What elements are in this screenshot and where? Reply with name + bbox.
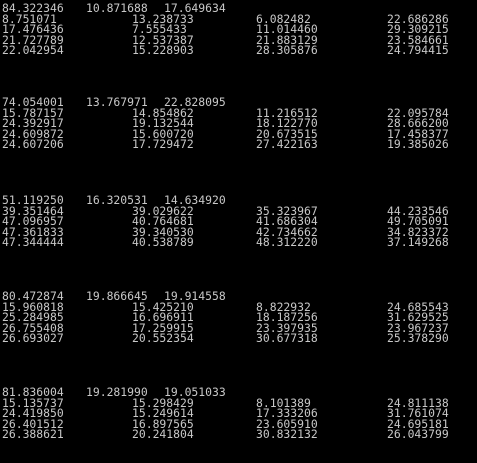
data-row: 26.388621 20.241804 30.832132 26.043799 xyxy=(2,429,477,440)
data-cell: 20.552354 xyxy=(132,331,194,345)
data-row: 47.344444 40.538789 48.312220 37.149268 xyxy=(2,237,477,248)
data-row: 22.042954 15.228903 28.305876 24.794415 xyxy=(2,45,477,56)
data-cell: 37.149268 xyxy=(387,235,449,249)
data-block: 80.472874 19.866645 19.914558 15.960818 … xyxy=(2,291,477,344)
terminal-output[interactable]: 84.322346 10.871688 17.649634 8.751071 1… xyxy=(0,0,477,463)
data-block: 84.322346 10.871688 17.649634 8.751071 1… xyxy=(2,3,477,56)
data-cell: 26.043799 xyxy=(387,427,449,441)
data-cell: 28.305876 xyxy=(256,43,318,57)
data-cell: 20.241804 xyxy=(132,427,194,441)
data-cell: 19.385026 xyxy=(387,137,449,151)
data-cell: 30.677318 xyxy=(256,331,318,345)
data-cell: 17.729472 xyxy=(132,137,194,151)
data-cell: 48.312220 xyxy=(256,235,318,249)
data-cell: 30.832132 xyxy=(256,427,318,441)
data-cell: 15.228903 xyxy=(132,43,194,57)
data-cell: 22.042954 xyxy=(2,43,64,57)
data-block: 51.119250 16.320531 14.634920 39.351464 … xyxy=(2,195,477,248)
data-cell: 47.344444 xyxy=(2,235,64,249)
data-cell: 24.794415 xyxy=(387,43,449,57)
data-cell: 26.693027 xyxy=(2,331,64,345)
data-block: 74.054001 13.767971 22.828095 15.787157 … xyxy=(2,97,477,150)
data-cell: 40.538789 xyxy=(132,235,194,249)
data-row: 24.607206 17.729472 27.422163 19.385026 xyxy=(2,139,477,150)
data-row: 26.693027 20.552354 30.677318 25.378290 xyxy=(2,333,477,344)
data-cell: 24.607206 xyxy=(2,137,64,151)
data-block: 81.836004 19.281990 19.051033 15.135737 … xyxy=(2,387,477,440)
data-cell: 25.378290 xyxy=(387,331,449,345)
data-cell: 27.422163 xyxy=(256,137,318,151)
data-cell: 26.388621 xyxy=(2,427,64,441)
